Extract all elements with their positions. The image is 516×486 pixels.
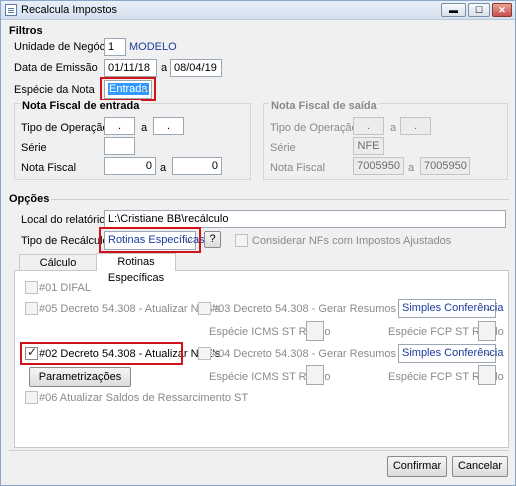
r04-checkbox[interactable] [198, 347, 211, 360]
highlight-tipo-recalculo [99, 227, 201, 253]
tipo-recalculo-label: Tipo de Recálculo [21, 235, 109, 247]
entrada-tipo-from[interactable]: . [104, 117, 135, 135]
entrada-nota-to[interactable]: 0 [172, 157, 222, 175]
footer-divider [9, 450, 509, 451]
r03-checkbox[interactable] [198, 302, 211, 315]
entrada-nota-a: a [160, 162, 167, 174]
nf-saida-title: Nota Fiscal de saída [269, 100, 379, 112]
r03-especie-icms-field[interactable] [306, 321, 324, 341]
chevron-down-icon: ⌵ [484, 303, 492, 314]
entrada-nota-from[interactable]: 0 [104, 157, 156, 175]
saida-nota-from: 7005950 [353, 157, 404, 175]
help-button[interactable]: ? [204, 231, 221, 248]
r04-especie-fcp-field[interactable] [478, 365, 496, 385]
window-title: Recalcula Impostos [21, 4, 117, 16]
tab-calculo-completo[interactable]: Cálculo Completo [19, 254, 97, 285]
data-from-field[interactable]: 01/11/18 [104, 59, 157, 77]
entrada-tipo-a: a [141, 122, 148, 134]
entrada-tipo-to[interactable]: . [153, 117, 184, 135]
saida-serie-label: Série [270, 142, 296, 154]
r06-checkbox[interactable] [25, 391, 38, 404]
entrada-nota-label: Nota Fiscal [21, 162, 77, 174]
unidade-name: MODELO [129, 41, 177, 53]
saida-serie-field: NFE [353, 137, 384, 155]
maximize-button[interactable]: ☐ [468, 3, 490, 17]
saida-nota-a: a [408, 162, 415, 174]
cancelar-button[interactable]: Cancelar [452, 456, 508, 477]
difal-checkbox[interactable] [25, 281, 38, 294]
local-label: Local do relatório [21, 214, 106, 226]
minimize-button[interactable]: ▬ [441, 3, 466, 17]
data-a-label: a [161, 62, 168, 74]
close-button[interactable]: ✕ [492, 3, 512, 17]
highlight-especie [100, 77, 156, 101]
saida-tipo-label: Tipo de Operação [270, 122, 358, 134]
confirmar-button[interactable]: Confirmar [387, 456, 447, 477]
local-field[interactable]: L:\Cristiane BB\recálculo [104, 210, 506, 228]
filtros-title: Filtros [9, 25, 43, 37]
data-emissao-label: Data de Emissão [14, 62, 98, 74]
saida-tipo-a: a [390, 122, 397, 134]
highlight-r02 [20, 342, 183, 365]
entrada-serie-label: Série [21, 142, 47, 154]
considerar-label: Considerar NFs com Impostos Ajustados [252, 235, 452, 247]
recalcula-impostos-window: Recalcula Impostos ▬ ☐ ✕ Filtros Unidade… [0, 0, 516, 486]
tab-rotinas-especificas[interactable]: Rotinas Específicas [96, 253, 176, 284]
opcoes-divider [51, 199, 509, 200]
r04-especie-icms-field[interactable] [306, 365, 324, 385]
r05-checkbox[interactable] [25, 302, 38, 315]
difal-label: #01 DIFAL [39, 282, 91, 294]
unidade-label: Unidade de Negócio [14, 41, 114, 53]
entrada-serie-field[interactable] [104, 137, 135, 155]
saida-tipo-from: . [353, 117, 384, 135]
nf-entrada-title: Nota Fiscal de entrada [20, 100, 142, 112]
saida-tipo-to: . [400, 117, 431, 135]
app-icon [5, 4, 17, 16]
saida-nota-label: Nota Fiscal [270, 162, 326, 174]
considerar-checkbox[interactable] [235, 234, 248, 247]
unidade-code-field[interactable]: 1 [104, 38, 126, 56]
parametrizacoes-button[interactable]: Parametrizações [29, 367, 131, 387]
r04-select[interactable]: Simples Conferência ⌵ [398, 344, 504, 363]
opcoes-title: Opções [9, 193, 50, 205]
entrada-tipo-label: Tipo de Operação [21, 122, 109, 134]
title-bar: Recalcula Impostos ▬ ☐ ✕ [1, 1, 515, 20]
r06-label: #06 Atualizar Saldos de Ressarcimento ST [39, 392, 249, 404]
data-to-field[interactable]: 08/04/19 [170, 59, 222, 77]
especie-label: Espécie da Nota [14, 84, 95, 96]
chevron-down-icon: ⌵ [484, 348, 492, 359]
saida-nota-to: 7005950 [420, 157, 470, 175]
r03-select[interactable]: Simples Conferência ⌵ [398, 299, 504, 318]
r03-especie-fcp-field[interactable] [478, 321, 496, 341]
r05-label: #05 Decreto 54.308 - Atualizar NFS's [39, 303, 221, 315]
